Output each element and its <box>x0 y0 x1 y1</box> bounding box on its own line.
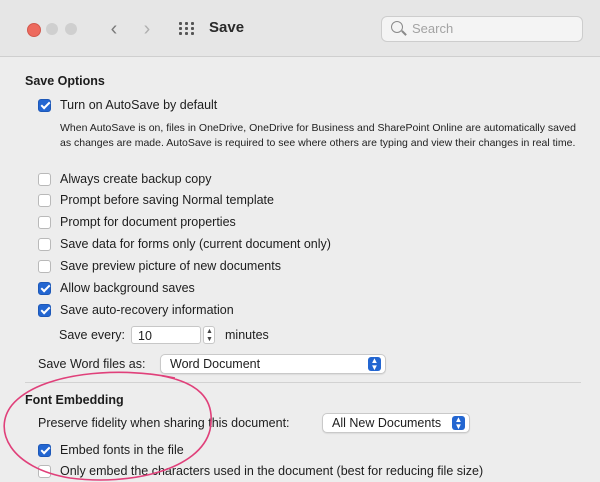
embed-fonts-label: Embed fonts in the file <box>60 443 184 457</box>
option-backup-copy[interactable]: Always create backup copy <box>38 170 211 188</box>
save-every-stepper[interactable]: ▲ ▼ <box>203 326 215 344</box>
autosave-checkbox[interactable] <box>38 98 51 112</box>
auto-recovery-label: Save auto-recovery information <box>60 303 234 317</box>
prompt-normal-template-checkbox[interactable] <box>38 193 51 207</box>
autosave-option[interactable]: Turn on AutoSave by default <box>38 96 217 114</box>
search-icon <box>391 21 403 33</box>
save-options-heading: Save Options <box>25 74 105 88</box>
search-placeholder: Search <box>412 21 454 36</box>
option-background-saves[interactable]: Allow background saves <box>38 279 195 297</box>
window-title: Save <box>209 19 245 36</box>
option-prompt-document-properties[interactable]: Prompt for document properties <box>38 213 236 231</box>
save-format-label: Save Word files as: <box>38 357 146 371</box>
save-every-label: Save every: <box>59 328 126 342</box>
background-saves-checkbox[interactable] <box>38 281 51 295</box>
embed-used-characters-checkbox[interactable] <box>38 464 51 478</box>
option-embed-used-characters[interactable]: Only embed the characters used in the do… <box>38 462 483 480</box>
option-save-preview-picture[interactable]: Save preview picture of new documents <box>38 257 281 275</box>
show-all-grid-icon[interactable] <box>179 22 195 36</box>
close-window-button[interactable] <box>27 23 41 37</box>
save-every-input[interactable]: 10 <box>131 326 201 344</box>
save-format-popup[interactable]: Word Document ▲ ▼ <box>160 354 386 374</box>
save-preview-picture-checkbox[interactable] <box>38 259 51 273</box>
prompt-document-properties-checkbox[interactable] <box>38 215 51 229</box>
autosave-label: Turn on AutoSave by default <box>60 98 218 112</box>
save-form-data-label: Save data for forms only (current docume… <box>60 237 331 251</box>
embed-fonts-checkbox[interactable] <box>38 443 51 457</box>
prompt-document-properties-label: Prompt for document properties <box>60 215 236 229</box>
embed-used-characters-label: Only embed the characters used in the do… <box>60 464 484 478</box>
search-field[interactable]: Search <box>381 16 583 42</box>
zoom-window-button[interactable] <box>65 23 77 35</box>
option-auto-recovery[interactable]: Save auto-recovery information <box>38 301 234 319</box>
backup-copy-label: Always create backup copy <box>60 172 212 186</box>
backup-copy-checkbox[interactable] <box>38 172 51 186</box>
minimize-window-button[interactable] <box>46 23 58 35</box>
popup-arrows-icon: ▲ ▼ <box>368 357 381 372</box>
save-preview-picture-label: Save preview picture of new documents <box>60 259 281 273</box>
autosave-description: When AutoSave is on, files in OneDrive, … <box>60 122 576 149</box>
save-form-data-checkbox[interactable] <box>38 237 51 251</box>
minutes-label: minutes <box>225 328 269 342</box>
option-embed-fonts[interactable]: Embed fonts in the file <box>38 441 184 459</box>
forward-chevron-icon[interactable]: › <box>137 18 157 40</box>
preserve-fidelity-value: All New Documents <box>332 416 442 430</box>
auto-recovery-checkbox[interactable] <box>38 303 51 317</box>
option-prompt-normal-template[interactable]: Prompt before saving Normal template <box>38 191 274 209</box>
prompt-normal-template-label: Prompt before saving Normal template <box>60 193 274 207</box>
preserve-fidelity-popup[interactable]: All New Documents ▲ ▼ <box>322 413 470 433</box>
section-divider <box>25 382 581 383</box>
preserve-fidelity-label: Preserve fidelity when sharing this docu… <box>38 416 290 430</box>
back-chevron-icon[interactable]: ‹ <box>104 18 124 40</box>
title-bar: ‹ › Save Search <box>0 0 600 57</box>
background-saves-label: Allow background saves <box>60 281 195 295</box>
save-format-value: Word Document <box>170 357 261 371</box>
font-embedding-heading: Font Embedding <box>25 393 124 407</box>
popup-arrows-icon: ▲ ▼ <box>452 416 465 431</box>
option-save-form-data[interactable]: Save data for forms only (current docume… <box>38 235 331 253</box>
